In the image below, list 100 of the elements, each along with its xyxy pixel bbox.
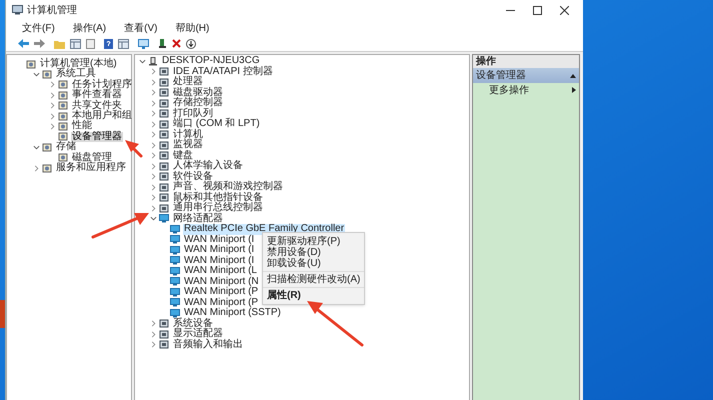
device-tree-item[interactable]: 网络适配器 [172,214,224,224]
device-tree-item[interactable]: 打印队列 [172,108,214,119]
expand-chevron-icon[interactable] [33,164,40,172]
context-menu-item[interactable]: 属性(R) [263,290,364,301]
tool-icon [58,122,68,132]
expand-chevron-icon[interactable] [150,131,157,138]
annotation-arrow [307,301,364,346]
tree-item[interactable]: 共享文件夹 [71,100,123,111]
device-tree-item[interactable]: 端口 (COM 和 LPT) [172,119,261,130]
device-tree-item[interactable]: 显示适配器 [172,329,224,340]
expand-chevron-icon[interactable] [150,320,157,328]
tree-item[interactable]: 性能 [71,121,93,132]
device-tree-item[interactable]: WAN Miniport (N [183,276,260,287]
back-arrow-icon[interactable] [18,39,29,48]
collapse-chevron-icon[interactable] [150,215,157,222]
expand-chevron-icon[interactable] [150,184,157,191]
expand-chevron-icon[interactable] [150,173,157,180]
menu-item[interactable]: 帮助(H) [175,20,210,36]
expand-chevron-icon[interactable] [150,120,157,128]
tree-item[interactable]: 系统工具 [55,69,97,80]
tree-item[interactable]: 磁盘管理 [71,152,113,163]
context-menu-item[interactable]: 禁用设备(D) [263,247,364,258]
device-tree-item[interactable]: 计算机 [172,130,204,140]
expand-chevron-icon[interactable] [49,81,56,88]
maximize-icon[interactable] [533,6,542,14]
context-menu-item[interactable]: 扫描检测硬件改动(A) [263,274,364,285]
expand-chevron-icon[interactable] [49,102,56,110]
device-tree-item[interactable]: 监视器 [172,140,204,150]
device-tree-item[interactable]: 软件设备 [172,172,214,182]
device-tree-item[interactable]: WAN Miniport (P [183,287,260,298]
monitor-icon [170,235,180,244]
device-tree-item[interactable]: WAN Miniport (P [183,298,260,308]
monitor-icon [170,246,180,255]
expand-chevron-icon[interactable] [150,78,157,86]
expand-chevron-icon[interactable] [150,341,157,348]
menu-item[interactable]: 操作(A) [72,20,106,36]
tool-icon [58,101,68,110]
expand-chevron-icon[interactable] [150,110,157,118]
device-tree-item[interactable]: WAN Miniport (I [183,256,256,266]
pane-icon[interactable] [70,38,81,48]
device-tree-item[interactable]: WAN Miniport (L [183,266,258,276]
download-circle-icon[interactable] [186,38,196,48]
device-tree-item[interactable]: WAN Miniport (I [183,234,256,245]
expand-chevron-icon[interactable] [150,68,157,76]
device-tree-item[interactable]: 通用串行总线控制器 [172,203,264,214]
help-icon[interactable] [104,38,113,48]
expand-chevron-icon[interactable] [150,204,157,212]
action-item[interactable]: 更多操作 [473,83,579,97]
window-title: 计算机管理 [27,4,77,18]
monitor-icon [170,308,180,318]
collapse-arrow-icon[interactable] [570,73,576,78]
expand-chevron-icon[interactable] [150,152,157,160]
device-tree-item[interactable]: 系统设备 [172,318,214,329]
annotation-arrow [125,140,142,158]
monitor-icon [170,266,180,276]
device-tree-item[interactable]: WAN Miniport (I [183,245,256,256]
submenu-arrow-icon [572,87,576,93]
device-tree-item[interactable]: 处理器 [172,77,204,88]
close-icon[interactable] [560,6,569,14]
collapse-chevron-icon[interactable] [139,58,146,65]
monitor-icon [170,298,180,308]
tree-item[interactable]: 服务和应用程序 [55,162,127,174]
monitor-icon [170,256,180,266]
tree-item[interactable]: 存储 [55,142,77,153]
menu-item[interactable]: 查看(V) [124,20,158,36]
context-menu-item[interactable]: 更新驱动程序(P) [263,236,364,247]
device-tree-item[interactable]: 音频输入和输出 [172,340,244,350]
delete-x-icon[interactable] [172,39,181,48]
section-header[interactable]: 设备管理器 [473,68,579,83]
context-menu-item[interactable]: 卸载设备(U) [263,258,364,269]
device-tree-item[interactable]: 键盘 [172,150,194,161]
device-tree-item[interactable]: 鼠标和其他指针设备 [172,192,264,203]
menu-item[interactable]: 文件(F) [22,20,55,36]
expand-chevron-icon[interactable] [49,112,56,120]
tool-icon [58,80,68,90]
collapse-chevron-icon[interactable] [33,144,40,151]
device-tree-item[interactable]: DESKTOP-NJEU3CG [161,56,261,66]
actions-title: 操作 [476,54,496,69]
expand-chevron-icon[interactable] [49,123,56,130]
expand-chevron-icon[interactable] [150,162,157,170]
expand-chevron-icon[interactable] [150,194,157,202]
tree-item[interactable]: 设备管理器 [71,132,123,142]
expand-chevron-icon[interactable] [150,100,157,107]
tree-item[interactable]: 事件查看器 [71,90,123,101]
forward-arrow-icon[interactable] [34,39,45,48]
tool-icon [42,70,52,80]
device-tree-item[interactable]: WAN Miniport (SSTP) [183,308,282,318]
device-tree-item[interactable]: 人体学输入设备 [172,161,244,172]
collapse-chevron-icon[interactable] [33,71,40,78]
expand-chevron-icon[interactable] [150,330,157,338]
expand-chevron-icon[interactable] [150,89,157,96]
expand-chevron-icon[interactable] [150,142,157,149]
device-tree-item[interactable]: 声音、视频和游戏控制器 [172,182,284,192]
pane-icon[interactable] [118,38,129,48]
device-tree-item[interactable]: IDE ATA/ATAPI 控制器 [172,66,274,77]
expand-chevron-icon[interactable] [49,92,56,99]
document-icon[interactable] [86,38,95,48]
device-tree-item[interactable]: 磁盘驱动器 [172,88,224,98]
monitor-icon[interactable] [138,38,149,48]
device-tree-item[interactable]: 存储控制器 [172,98,224,108]
